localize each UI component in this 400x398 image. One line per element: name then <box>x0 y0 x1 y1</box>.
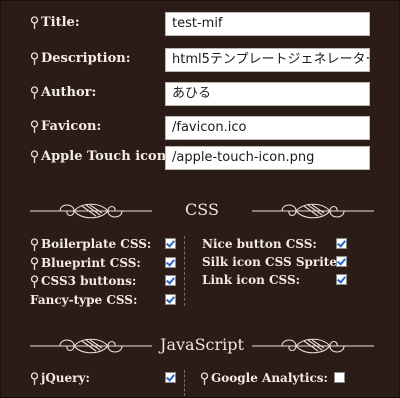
silk-icon-css-sprite-label: Silk icon CSS Sprite: <box>202 255 342 269</box>
fancy-type-css-checkbox[interactable] <box>165 294 176 305</box>
jquery-option: jQuery: <box>30 370 180 388</box>
silk-icon-css-sprite-checkbox[interactable] <box>336 256 347 267</box>
favicon-row: Favicon: /favicon.ico <box>30 116 370 142</box>
nice-button-css-checkbox[interactable] <box>336 238 347 249</box>
pin-icon <box>30 237 39 252</box>
fancy-type-css-label: Fancy-type CSS: <box>30 293 138 307</box>
pin-icon <box>30 256 39 271</box>
pin-icon <box>30 371 39 386</box>
fancy-type-css-option: Fancy-type CSS: <box>30 292 180 310</box>
description-label: Description: <box>30 51 131 66</box>
pin-icon <box>30 15 39 30</box>
scroll-ornament-icon <box>252 203 374 219</box>
google-analytics-option: Google Analytics: <box>200 370 360 388</box>
google-analytics-label: Google Analytics: <box>200 371 328 386</box>
css3-buttons-label: CSS3 buttons: <box>30 274 136 289</box>
author-input[interactable]: あひる <box>165 82 370 106</box>
boilerplate-css-option: Boilerplate CSS: <box>30 236 180 254</box>
blueprint-css-label: Blueprint CSS: <box>30 256 141 271</box>
author-row: Author: あひる <box>30 82 370 108</box>
silk-icon-css-sprite-option: Silk icon CSS Sprite: <box>202 254 362 272</box>
blueprint-css-checkbox[interactable] <box>165 257 176 268</box>
pin-icon <box>30 149 39 164</box>
jquery-checkbox[interactable] <box>165 372 176 383</box>
apple-touch-label: Apple Touch icon: <box>30 149 171 164</box>
blueprint-css-option: Blueprint CSS: <box>30 255 180 273</box>
link-icon-css-label: Link icon CSS: <box>202 273 301 287</box>
author-label: Author: <box>30 85 96 100</box>
css3-buttons-option: CSS3 buttons: <box>30 273 180 291</box>
title-label: Title: <box>30 15 80 30</box>
scroll-ornament-icon <box>252 338 374 354</box>
css-column-separator <box>184 236 185 306</box>
boilerplate-css-label: Boilerplate CSS: <box>30 237 151 252</box>
pin-icon <box>30 85 39 100</box>
pin-icon <box>200 371 209 386</box>
pin-icon <box>30 119 39 134</box>
nice-button-css-label: Nice button CSS: <box>202 237 317 251</box>
css-section-divider: CSS <box>30 196 374 226</box>
description-row: Description: html5テンプレートジェネレーター <box>30 48 370 74</box>
description-input[interactable]: html5テンプレートジェネレーター <box>165 48 370 72</box>
boilerplate-css-checkbox[interactable] <box>165 238 176 249</box>
google-analytics-checkbox[interactable] <box>334 372 345 383</box>
jquery-label: jQuery: <box>30 371 90 386</box>
apple-touch-row: Apple Touch icon: /apple-touch-icon.png <box>30 146 370 172</box>
favicon-label: Favicon: <box>30 119 101 134</box>
favicon-input[interactable]: /favicon.ico <box>165 116 370 140</box>
title-row: Title: test-mif <box>30 12 370 38</box>
javascript-section-divider: JavaScript <box>30 331 374 361</box>
pin-icon <box>30 274 39 289</box>
css3-buttons-checkbox[interactable] <box>165 275 176 286</box>
javascript-column-separator <box>184 370 185 396</box>
pin-icon <box>30 51 39 66</box>
link-icon-css-checkbox[interactable] <box>336 274 347 285</box>
title-input[interactable]: test-mif <box>165 12 370 36</box>
apple-touch-input[interactable]: /apple-touch-icon.png <box>165 146 370 170</box>
nice-button-css-option: Nice button CSS: <box>202 236 362 254</box>
link-icon-css-option: Link icon CSS: <box>202 272 362 290</box>
